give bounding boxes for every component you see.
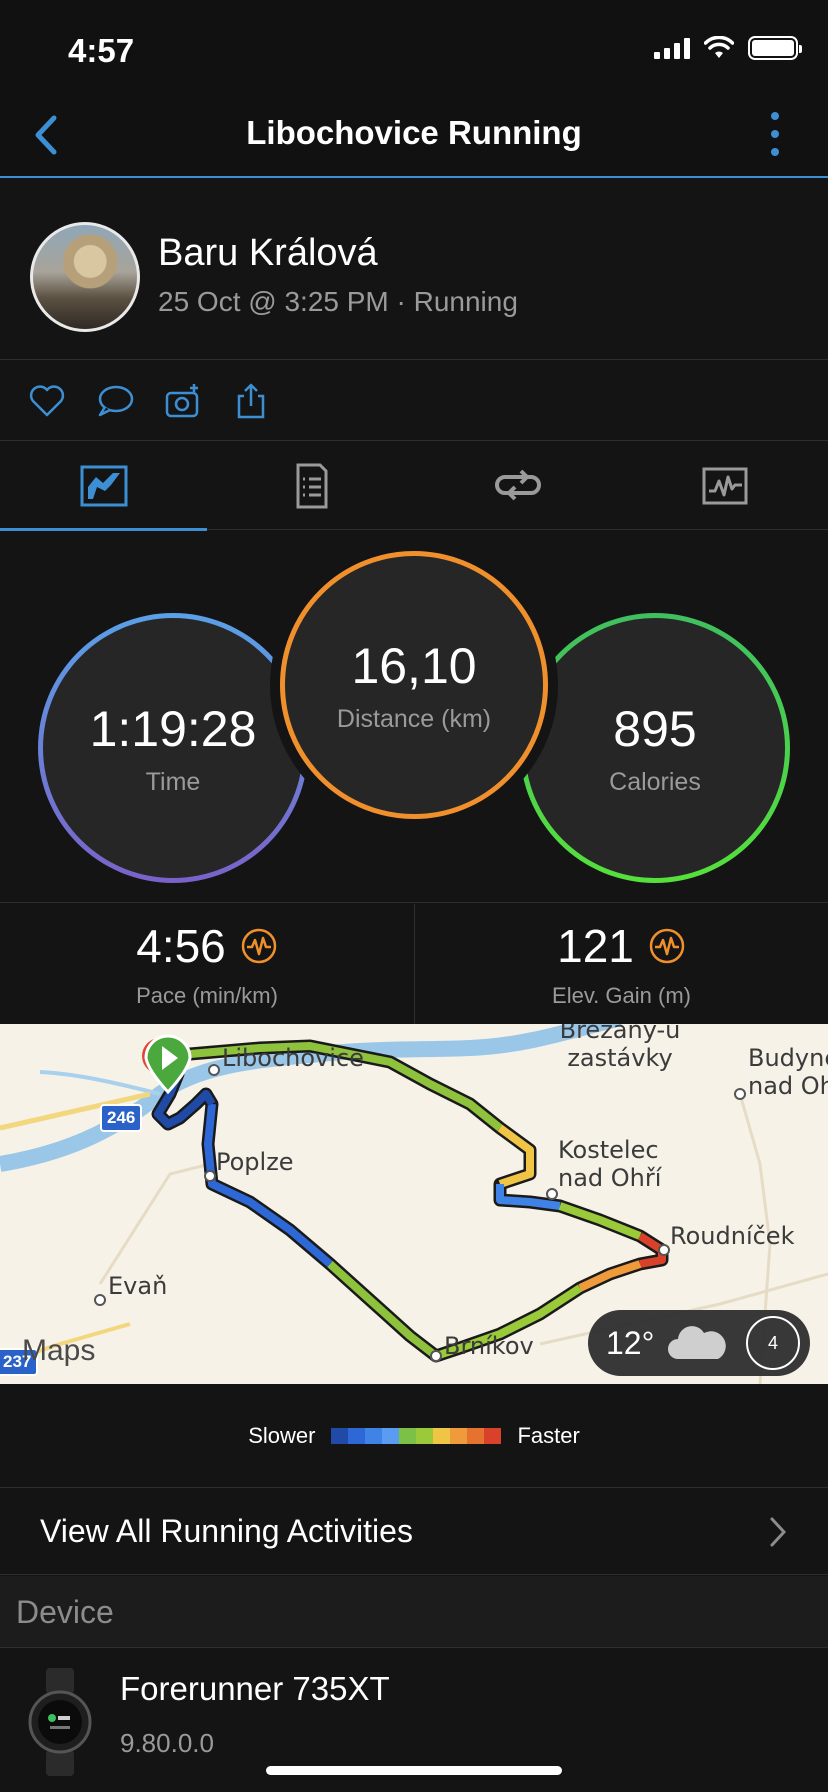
distance-ring: 16,10 Distance (km) xyxy=(280,551,548,819)
view-all-label: View All Running Activities xyxy=(40,1513,413,1549)
status-icons xyxy=(654,36,802,60)
device-name: Forerunner 735XT xyxy=(120,1670,390,1707)
watch-icon xyxy=(28,1668,92,1776)
avatar[interactable] xyxy=(30,222,140,332)
view-all-running-activities[interactable]: View All Running Activities xyxy=(0,1489,828,1575)
legend-color-swatch xyxy=(484,1427,502,1444)
legend-color-swatch xyxy=(348,1427,366,1444)
legend-color-swatch xyxy=(467,1427,485,1444)
elevation-value: 121 xyxy=(557,920,634,972)
map-label-evan: Evaň xyxy=(108,1272,168,1300)
time-ring: 1:19:28 Time xyxy=(38,613,308,883)
pace-metric[interactable]: 4:56 Pace (min/km) xyxy=(0,904,414,1024)
map-label-brezany: Břežany-u zastávky xyxy=(559,1024,681,1072)
overview-icon xyxy=(80,465,127,507)
details-icon xyxy=(296,463,327,509)
tab-overview[interactable] xyxy=(0,442,207,531)
add-photo-icon[interactable] xyxy=(164,382,202,420)
calories-label: Calories xyxy=(609,767,701,796)
legend-color-scale xyxy=(331,1427,502,1444)
map-label-libochovice: Libochovice xyxy=(222,1044,364,1072)
wind-indicator: 4 xyxy=(746,1316,800,1370)
map-label-brnikov: Brníkov xyxy=(444,1332,534,1360)
weather-temperature: 12° xyxy=(606,1324,655,1361)
legend-color-swatch xyxy=(382,1427,400,1444)
time-value: 1:19:28 xyxy=(89,700,257,757)
status-time: 4:57 xyxy=(68,32,135,69)
weather-badge[interactable]: 12° 4 xyxy=(588,1310,810,1376)
more-options-icon[interactable] xyxy=(768,112,782,156)
tab-laps[interactable] xyxy=(414,442,621,530)
distance-label: Distance (km) xyxy=(336,704,492,733)
tab-details[interactable] xyxy=(207,442,414,530)
page-title: Libochovice Running xyxy=(246,114,582,151)
share-icon[interactable] xyxy=(232,382,270,420)
battery-icon xyxy=(748,36,802,60)
legend-faster-label: Faster xyxy=(517,1422,580,1448)
nav-bar: Libochovice Running xyxy=(0,100,828,178)
maps-logo: Maps xyxy=(22,1334,96,1367)
chevron-right-icon xyxy=(770,1517,787,1547)
user-name[interactable]: Baru Králová xyxy=(158,232,378,275)
pace-value: 4:56 xyxy=(136,920,226,972)
legend-color-swatch xyxy=(399,1427,417,1444)
legend-slower-label: Slower xyxy=(248,1422,316,1448)
activity-tabs xyxy=(0,442,828,531)
elevation-metric[interactable]: 121 Elev. Gain (m) xyxy=(414,904,828,1024)
legend-color-swatch xyxy=(450,1427,468,1444)
cloud-icon xyxy=(668,1326,727,1359)
comment-icon[interactable] xyxy=(96,382,134,420)
social-actions xyxy=(0,361,828,441)
activity-header: Baru Králová 25 Oct @ 3:25 PM · Running xyxy=(0,180,828,360)
device-section-header: Device xyxy=(0,1576,828,1648)
home-indicator[interactable] xyxy=(266,1766,562,1775)
signal-icon xyxy=(654,37,690,59)
charts-icon xyxy=(702,467,747,505)
pace-legend: Slower Faster xyxy=(0,1384,828,1488)
device-section-title: Device xyxy=(16,1594,114,1630)
legend-color-swatch xyxy=(365,1427,383,1444)
secondary-metrics: 4:56 Pace (min/km) 121 Elev. Gain (m) xyxy=(0,904,828,1024)
distance-value: 16,10 xyxy=(351,637,477,694)
tab-charts[interactable] xyxy=(621,442,828,530)
legend-color-swatch xyxy=(331,1427,349,1444)
pace-chart-icon xyxy=(241,928,277,964)
time-label: Time xyxy=(145,767,201,796)
map-label-budyne: Budyně nad Oh xyxy=(748,1044,828,1100)
map-label-kostelec: Kostelec nad Ohří xyxy=(558,1136,662,1192)
legend-color-swatch xyxy=(416,1427,434,1444)
calories-ring: 895 Calories xyxy=(520,613,790,883)
activity-meta: 25 Oct @ 3:25 PM · Running xyxy=(158,286,518,317)
legend-color-swatch xyxy=(433,1427,451,1444)
status-bar: 4:57 xyxy=(0,0,828,100)
elevation-chart-icon xyxy=(649,928,685,964)
heart-icon[interactable] xyxy=(28,382,66,420)
road-badge-246: 246 xyxy=(100,1104,143,1132)
route-map[interactable]: Libochovice Poplze Evaň Kostelec nad Ohř… xyxy=(0,1024,828,1384)
pace-label: Pace (min/km) xyxy=(136,983,278,1008)
calories-value: 895 xyxy=(613,700,697,757)
wind-speed: 4 xyxy=(767,1332,778,1353)
device-version: 9.80.0.0 xyxy=(120,1728,214,1758)
wifi-icon xyxy=(704,36,734,58)
elevation-label: Elev. Gain (m) xyxy=(552,983,691,1008)
map-label-roudnicek: Roudníček xyxy=(670,1222,795,1250)
summary-stats: 1:19:28 Time 895 Calories 16,10 Distance… xyxy=(0,531,828,903)
laps-icon xyxy=(494,469,541,501)
map-label-poplze: Poplze xyxy=(216,1148,294,1176)
